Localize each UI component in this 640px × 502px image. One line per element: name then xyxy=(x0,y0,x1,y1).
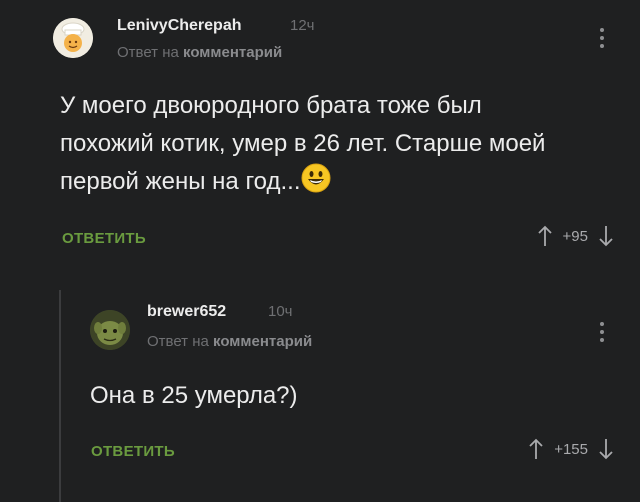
comment-time: 12ч xyxy=(290,17,315,34)
upvote-arrow-icon[interactable] xyxy=(537,225,553,247)
more-menu-icon[interactable] xyxy=(600,28,606,48)
comment-text: У моего двоюродного брата тоже был похож… xyxy=(60,87,580,201)
avatar[interactable] xyxy=(53,18,93,58)
reply-context: Ответ на комментарий xyxy=(117,44,282,61)
downvote-arrow-icon[interactable] xyxy=(598,438,614,460)
comment-reply: brewer652 10ч Ответ на комментарий Она в… xyxy=(0,290,640,502)
comment-time: 10ч xyxy=(268,303,293,320)
comment: LenivyCherepah 12ч Ответ на комментарий … xyxy=(0,0,640,290)
upvote-arrow-icon[interactable] xyxy=(528,438,544,460)
downvote-arrow-icon[interactable] xyxy=(598,225,614,247)
goblin-avatar-icon xyxy=(90,310,130,350)
vote-controls: +95 xyxy=(537,225,614,247)
reply-target-link[interactable]: комментарий xyxy=(213,333,312,350)
grinning-face-icon xyxy=(301,163,330,193)
comment-text: Она в 25 умерла?) xyxy=(90,382,298,409)
reply-prefix: Ответ на xyxy=(117,44,179,61)
avatar[interactable] xyxy=(90,310,130,350)
comment-author[interactable]: LenivyCherepah xyxy=(117,17,241,35)
score: +95 xyxy=(562,227,588,245)
comment-author[interactable]: brewer652 xyxy=(147,303,226,321)
score: +155 xyxy=(554,440,588,458)
reply-context: Ответ на комментарий xyxy=(147,333,312,350)
reply-button[interactable]: ОТВЕТИТЬ xyxy=(62,230,146,247)
reply-prefix: Ответ на xyxy=(147,333,209,350)
more-menu-icon[interactable] xyxy=(600,322,606,342)
vote-controls: +155 xyxy=(528,438,614,460)
reply-button[interactable]: ОТВЕТИТЬ xyxy=(91,443,175,460)
reply-target-link[interactable]: комментарий xyxy=(183,44,282,61)
chef-avatar-icon xyxy=(53,18,93,58)
